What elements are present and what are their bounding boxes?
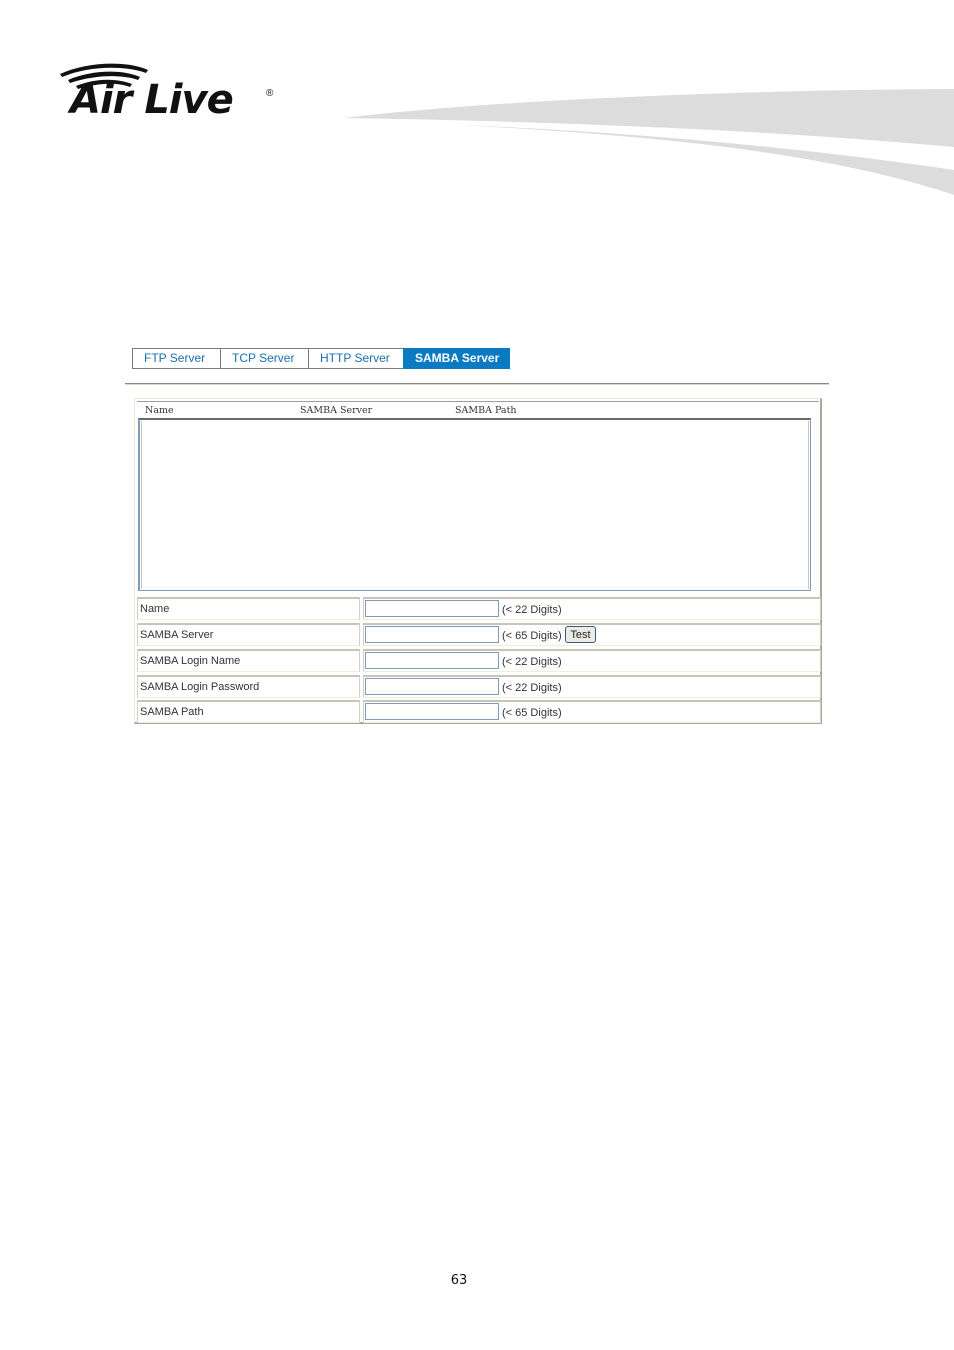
samba-login-password-hint: (< 22 Digits) bbox=[502, 682, 562, 694]
server-type-tabs: FTP Server TCP Server HTTP Server SAMBA … bbox=[132, 348, 510, 369]
field-label-samba-server: SAMBA Server bbox=[137, 623, 360, 646]
field-label-samba-login-password: SAMBA Login Password bbox=[137, 675, 360, 698]
tab-http-server[interactable]: HTTP Server bbox=[308, 348, 403, 369]
samba-login-name-input[interactable] bbox=[365, 652, 499, 669]
server-list-header: Name SAMBA Server SAMBA Path bbox=[137, 401, 819, 417]
name-hint: (< 22 Digits) bbox=[502, 604, 562, 616]
form-row-name: Name (< 22 Digits) bbox=[137, 597, 821, 622]
section-divider bbox=[125, 383, 829, 385]
form-row-samba-login-name: SAMBA Login Name (< 22 Digits) bbox=[137, 649, 821, 674]
column-header-samba-path: SAMBA Path bbox=[455, 405, 517, 416]
logo-wordmark: Air Live bbox=[70, 77, 234, 123]
name-input[interactable] bbox=[365, 600, 499, 617]
column-header-name: Name bbox=[145, 405, 174, 416]
form-row-samba-path: SAMBA Path (< 65 Digits) bbox=[137, 700, 821, 725]
field-label-samba-path: SAMBA Path bbox=[137, 700, 360, 723]
listbox-content bbox=[141, 421, 809, 589]
field-cell-samba-login-password: (< 22 Digits) bbox=[363, 675, 821, 698]
samba-path-hint: (< 65 Digits) bbox=[502, 707, 562, 719]
field-cell-samba-login-name: (< 22 Digits) bbox=[363, 649, 821, 672]
form-row-samba-login-password: SAMBA Login Password (< 22 Digits) bbox=[137, 675, 821, 700]
registered-mark: ® bbox=[266, 88, 274, 99]
samba-path-input[interactable] bbox=[365, 703, 499, 720]
samba-login-name-hint: (< 22 Digits) bbox=[502, 656, 562, 668]
tab-samba-server[interactable]: SAMBA Server bbox=[403, 348, 510, 369]
column-header-samba-server: SAMBA Server bbox=[300, 405, 373, 416]
samba-settings-panel: Name SAMBA Server SAMBA Path Name (< 22 … bbox=[134, 398, 822, 724]
field-label-name: Name bbox=[137, 597, 360, 620]
samba-server-input[interactable] bbox=[365, 626, 499, 643]
field-cell-samba-server: (< 65 Digits) Test bbox=[363, 623, 821, 646]
tab-ftp-server[interactable]: FTP Server bbox=[132, 348, 220, 369]
page-number: 63 bbox=[450, 1273, 468, 1288]
samba-server-listbox[interactable] bbox=[138, 418, 811, 591]
header-swoosh-graphic bbox=[340, 80, 954, 200]
form-row-samba-server: SAMBA Server (< 65 Digits) Test bbox=[137, 623, 821, 648]
field-cell-samba-path: (< 65 Digits) bbox=[363, 700, 821, 723]
airlive-logo: Air Live ® bbox=[56, 60, 280, 126]
test-button[interactable]: Test bbox=[565, 626, 596, 643]
field-label-samba-login-name: SAMBA Login Name bbox=[137, 649, 360, 672]
samba-server-hint: (< 65 Digits) bbox=[502, 630, 562, 642]
tab-tcp-server[interactable]: TCP Server bbox=[220, 348, 308, 369]
field-cell-name: (< 22 Digits) bbox=[363, 597, 821, 620]
samba-login-password-input[interactable] bbox=[365, 678, 499, 695]
